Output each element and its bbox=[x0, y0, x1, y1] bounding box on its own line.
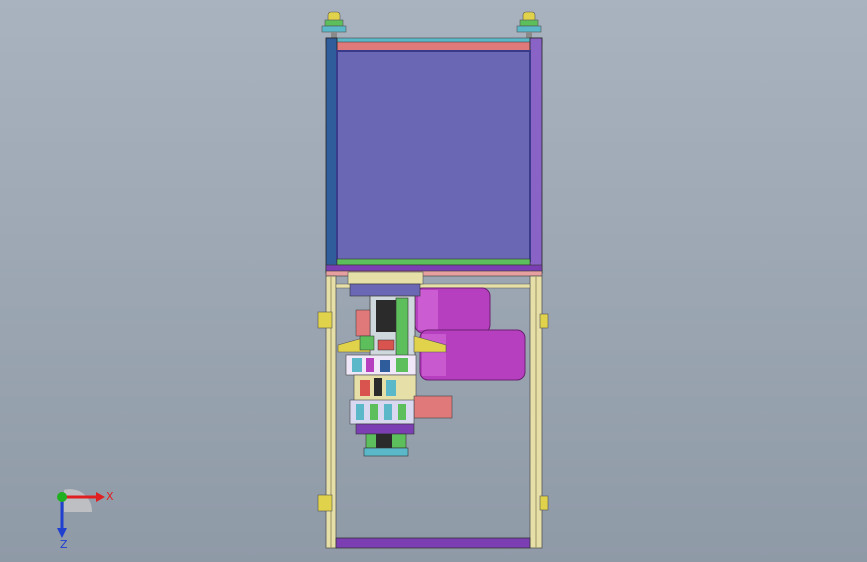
drum-motor bbox=[414, 287, 526, 381]
axis-triad: X Z bbox=[57, 489, 114, 550]
cad-model-front-view[interactable] bbox=[0, 0, 867, 562]
y-axis-origin-icon bbox=[57, 492, 67, 502]
top-leveling-foot-right bbox=[516, 11, 542, 38]
z-axis-label: Z bbox=[60, 538, 68, 550]
cad-viewport[interactable]: X Z bbox=[0, 0, 867, 562]
x-axis-label: X bbox=[106, 490, 114, 503]
top-leveling-foot-left bbox=[321, 11, 347, 38]
upper-cabinet bbox=[325, 37, 543, 277]
